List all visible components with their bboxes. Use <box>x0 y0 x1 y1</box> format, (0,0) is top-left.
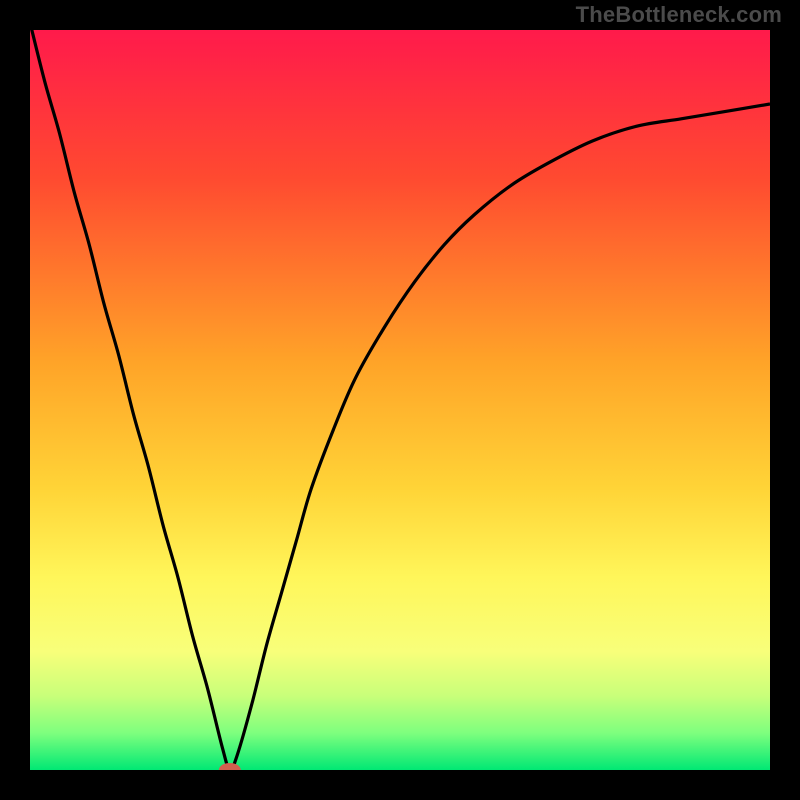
chart-frame: TheBottleneck.com <box>0 0 800 800</box>
plot-background <box>30 30 770 770</box>
watermark-text: TheBottleneck.com <box>576 2 782 28</box>
bottleneck-marker <box>219 763 241 777</box>
chart-svg <box>0 0 800 800</box>
